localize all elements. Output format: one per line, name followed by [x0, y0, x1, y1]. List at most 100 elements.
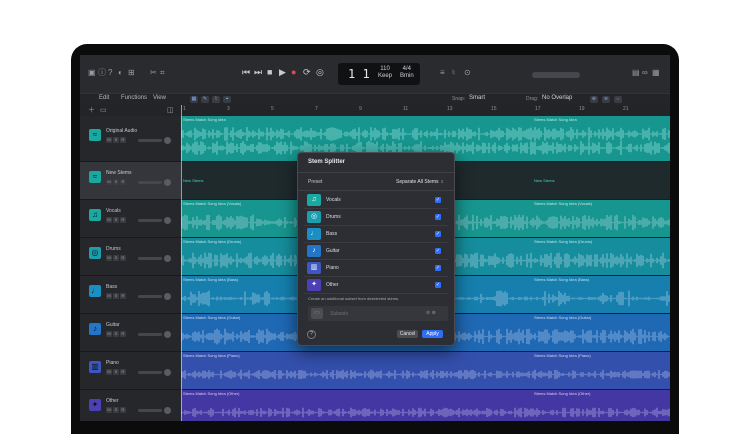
grid-icon[interactable]: ▦ — [190, 96, 198, 103]
stop-icon[interactable]: ■ — [267, 67, 272, 77]
help-icon[interactable]: ? — [108, 68, 112, 78]
subset-options[interactable]: ⊘ ⊗ — [426, 310, 436, 316]
mixer-icon[interactable]: ⊞ — [128, 68, 135, 78]
volume-fader[interactable] — [138, 219, 162, 222]
flex-icon[interactable]: ⌇ — [212, 96, 220, 103]
catch-icon[interactable]: ⌖ — [223, 96, 231, 103]
track-buttons[interactable]: MSR — [106, 369, 127, 375]
track-buttons[interactable]: MSR — [106, 179, 127, 185]
rewind-icon[interactable]: ⏮ — [242, 67, 250, 78]
drag-select[interactable]: No Overlap — [542, 95, 572, 101]
track-name[interactable]: Other — [106, 398, 119, 404]
volume-fader[interactable] — [138, 409, 162, 412]
stem-checkbox[interactable]: ✓ — [435, 214, 441, 220]
count-in-icon[interactable]: ⊙ — [464, 68, 471, 78]
record-icon[interactable]: ● — [291, 67, 296, 77]
track-buttons[interactable]: MSR — [106, 217, 127, 223]
record-enable-button[interactable]: R — [120, 331, 126, 337]
add-track-icon[interactable]: ＋ — [88, 106, 95, 116]
snap-select[interactable]: Smart — [469, 95, 485, 101]
pan-knob[interactable] — [164, 407, 171, 414]
solo-button[interactable]: S — [113, 407, 119, 413]
capture-icon[interactable]: ◎ — [316, 67, 324, 78]
track-header-new-stems[interactable]: ≈ New Stems M S R — [80, 162, 181, 200]
help-button[interactable]: ? — [307, 330, 316, 339]
pencil-icon[interactable]: ✎ — [201, 96, 209, 103]
stem-row-guitar[interactable]: ♪ Guitar ✓ — [304, 244, 448, 260]
track-header-drums[interactable]: ◎ Drums M S R — [80, 238, 181, 276]
editors-icon[interactable]: ✂ — [150, 68, 157, 78]
track-header-bass[interactable]: ♩ Bass M S R — [80, 276, 181, 314]
pan-knob[interactable] — [164, 179, 171, 186]
mute-button[interactable]: M — [106, 179, 112, 185]
browser-icon[interactable]: ▦ — [652, 68, 660, 78]
cycle-icon[interactable]: ⟳ — [303, 67, 311, 78]
lcd-display[interactable]: 1 1 110 Keep 4/4 Bmin — [338, 63, 420, 85]
volume-fader[interactable] — [138, 371, 162, 374]
track-name[interactable]: New Stems — [106, 170, 132, 176]
master-volume-slider[interactable] — [532, 72, 580, 78]
volume-fader[interactable] — [138, 257, 162, 260]
region-other[interactable]: Stems Match Song Idea (Other) Stems Match… — [181, 390, 670, 421]
pan-knob[interactable] — [164, 331, 171, 338]
solo-button[interactable]: S — [113, 293, 119, 299]
track-buttons[interactable]: MSR — [106, 293, 127, 299]
solo-button[interactable]: S — [113, 217, 119, 223]
volume-fader[interactable] — [138, 139, 162, 142]
track-name[interactable]: Vocals — [106, 208, 121, 214]
record-enable-button[interactable]: R — [120, 369, 126, 375]
mute-button[interactable]: M — [106, 255, 112, 261]
track-header-original-audio[interactable]: ≈ Original Audio M S R — [80, 116, 181, 162]
volume-fader[interactable] — [138, 181, 162, 184]
stem-row-bass[interactable]: ♩ Bass ✓ — [304, 227, 448, 243]
track-buttons[interactable]: MSR — [106, 255, 127, 261]
track-buttons[interactable]: MSR — [106, 331, 127, 337]
track-name[interactable]: Guitar — [106, 322, 120, 328]
track-header-guitar[interactable]: ♪ Guitar M S R — [80, 314, 181, 352]
track-name[interactable]: Piano — [106, 360, 119, 366]
pan-knob[interactable] — [164, 137, 171, 144]
stem-checkbox[interactable]: ✓ — [435, 265, 441, 271]
stem-row-vocals[interactable]: ♫ Vocals ✓ — [304, 193, 448, 209]
cancel-button[interactable]: Cancel — [397, 330, 418, 338]
stem-row-drums[interactable]: ◎ Drums ✓ — [304, 210, 448, 226]
pan-knob[interactable] — [164, 217, 171, 224]
stem-checkbox[interactable]: ✓ — [435, 248, 441, 254]
volume-fader[interactable] — [138, 295, 162, 298]
pan-knob[interactable] — [164, 293, 171, 300]
track-name[interactable]: Drums — [106, 246, 121, 252]
pan-knob[interactable] — [164, 255, 171, 262]
record-enable-button[interactable]: R — [120, 217, 126, 223]
fast-forward-icon[interactable]: ⏭ — [254, 67, 262, 78]
menu-edit[interactable]: Edit — [99, 95, 109, 101]
notepad-icon[interactable]: ▤ — [632, 68, 640, 78]
track-header-piano[interactable]: ▥ Piano M S R — [80, 352, 181, 390]
record-enable-button[interactable]: R — [120, 407, 126, 413]
solo-button[interactable]: S — [113, 369, 119, 375]
preset-select[interactable]: Separate All Stems ⇕ — [396, 179, 444, 185]
solo-button[interactable]: S — [113, 255, 119, 261]
solo-button[interactable]: S — [113, 331, 119, 337]
subset-row[interactable]: ▭ Subsets ⊘ ⊗ — [308, 306, 448, 321]
track-name[interactable]: Original Audio — [106, 128, 137, 134]
stem-checkbox[interactable]: ✓ — [435, 231, 441, 237]
solo-button[interactable]: S — [113, 137, 119, 143]
record-enable-button[interactable]: R — [120, 255, 126, 261]
piano-roll-icon[interactable]: ⌗ — [160, 68, 165, 78]
mute-button[interactable]: M — [106, 407, 112, 413]
menu-view[interactable]: View — [153, 95, 166, 101]
menu-functions[interactable]: Functions — [121, 95, 147, 101]
record-enable-button[interactable]: R — [120, 137, 126, 143]
track-name[interactable]: Bass — [106, 284, 117, 290]
pan-knob[interactable] — [164, 369, 171, 376]
stem-checkbox[interactable]: ✓ — [435, 282, 441, 288]
inspector-icon[interactable]: ⓘ — [98, 68, 106, 78]
stem-checkbox[interactable]: ✓ — [435, 197, 441, 203]
mute-button[interactable]: M — [106, 369, 112, 375]
track-buttons[interactable]: MSR — [106, 137, 127, 143]
folder-icon[interactable]: ▭ — [100, 106, 107, 116]
region-piano[interactable]: Stems Match Song Idea (Piano) Stems Match… — [181, 352, 670, 389]
fit-icon[interactable]: ⇔ — [614, 96, 622, 103]
play-icon[interactable]: ▶ — [279, 67, 286, 78]
stem-row-piano[interactable]: ▥ Piano ✓ — [304, 261, 448, 277]
